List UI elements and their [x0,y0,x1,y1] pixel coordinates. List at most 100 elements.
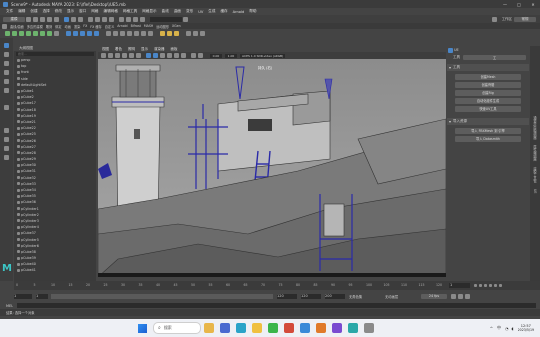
render-settings-icon[interactable] [140,16,145,22]
last-tool-icon[interactable] [4,105,9,110]
graph-layout-icon[interactable] [4,155,9,160]
single-view-icon[interactable] [4,128,9,133]
range-start-field[interactable]: 1 [14,293,32,299]
paint-select-icon[interactable] [4,61,9,66]
redo-icon[interactable] [54,16,59,22]
minimize-button[interactable]: — [498,2,512,7]
separate-icon[interactable] [73,31,78,36]
boolean-icon[interactable] [87,31,92,36]
viewport-3d[interactable]: 持久 (右) [98,59,446,277]
sign-in-icon[interactable] [491,16,497,22]
menu-item-9[interactable]: 网格工具 [123,9,137,14]
collapse-arrow-icon[interactable]: ▾ [449,65,451,70]
mel-label[interactable]: MEL [6,304,13,308]
plane-icon[interactable] [40,31,45,36]
prefs-icon[interactable] [465,293,470,299]
colorspace-dropdown[interactable]: ACES 1.0 SDR-video (sRGB) [240,53,286,58]
ue-tool-button-3[interactable]: 自动化组件生成 [455,98,521,104]
history-icon[interactable] [119,16,124,22]
shelf-tab-5[interactable]: 渲染 [74,24,80,29]
menu-item-6[interactable]: 窗口 [79,9,86,14]
gamma-field[interactable]: 0.00 [210,53,222,58]
shelf-tab-4[interactable]: 动画 [65,24,71,29]
delete-history-icon[interactable] [200,31,205,36]
menu-item-8[interactable]: 编辑网格 [104,9,118,14]
camera-icon[interactable] [101,53,106,58]
snap-curve-icon[interactable] [95,16,100,22]
task-view-icon[interactable] [220,323,230,333]
timeline[interactable]: 0 5 10 15 20 25 30 35 40 45 50 55 60 65 70 75 80 85 90 95 10… [14,281,446,290]
taskbar-search[interactable]: ⌕ 搜索 [153,322,201,334]
side-tab-0[interactable]: 通道盒/层编辑器 [533,116,538,139]
shadows-icon[interactable] [174,53,179,58]
menu-item-2[interactable]: 创建 [30,9,37,14]
lasso-tool-icon[interactable] [4,52,9,57]
uv-editor-icon[interactable] [160,31,165,36]
new-scene-icon[interactable] [26,16,31,22]
resolution-gate-icon[interactable] [136,53,141,58]
menu-item-4[interactable]: 修改 [55,9,62,14]
ao-icon[interactable] [181,53,186,58]
play-icon[interactable] [489,284,492,287]
outliner-search[interactable]: 搜索... [16,52,94,56]
menu-item-16[interactable]: 缓存 [220,9,227,14]
select-object-icon[interactable] [71,16,76,22]
menu-item-5[interactable]: 显示 [67,9,74,14]
side-tab-3[interactable]: UE [533,189,537,193]
ue-import-button-0[interactable]: 导入 FBXMesh 到 引擎 [455,128,521,134]
sphere-icon[interactable] [5,31,10,36]
save-scene-icon[interactable] [40,16,45,22]
smooth-shade-icon[interactable] [153,53,158,58]
image-plane-icon[interactable] [115,53,120,58]
side-tab-1[interactable]: 属性编辑器 [533,145,538,161]
menu-item-15[interactable]: 生成 [208,9,215,14]
autokey-icon[interactable] [458,293,463,299]
fps-dropdown[interactable]: 24 fps [421,293,447,299]
target-weld-icon[interactable] [134,31,139,36]
scale-tool-icon[interactable] [4,88,9,93]
viewport-menu-item-0[interactable]: 视图 [102,47,109,52]
shelf-tab-3[interactable]: 绑定 [55,24,61,29]
shelf-tab-2[interactable]: 雕刻 [46,24,52,29]
select-tool-icon[interactable] [4,43,9,48]
char-set-dropdown[interactable]: 无角色集 [349,294,381,299]
move-tool-icon[interactable] [4,70,9,75]
app-purple-icon[interactable] [332,323,342,333]
wireframe-icon[interactable] [146,53,151,58]
menu-item-13[interactable]: 变形 [186,9,193,14]
combine-icon[interactable] [66,31,71,36]
viewport-menu-item-2[interactable]: 照明 [128,47,135,52]
shelf-tab-6[interactable]: FX [83,24,87,28]
collapse-arrow-icon-2[interactable]: ▾ [449,119,451,124]
snap-grid-icon[interactable] [88,16,93,22]
shelf-tab-8[interactable]: 自定义 [105,24,115,29]
command-input[interactable] [17,303,536,308]
menu-item-1[interactable]: 编辑 [18,9,25,14]
insert-loop-icon[interactable] [141,31,146,36]
app-grey-icon[interactable] [364,323,374,333]
menu-item-3[interactable]: 选择 [43,9,50,14]
shelf-tab-13[interactable]: XGen [172,24,181,28]
ue-tool-button-4[interactable]: 快速UV工具 [455,106,521,112]
current-frame-field[interactable]: 1 [449,283,470,288]
exposure-field[interactable]: 1.00 [225,53,237,58]
select-component-icon[interactable] [78,16,83,22]
fill-hole-icon[interactable] [148,31,153,36]
key-icon[interactable] [451,293,456,299]
mode-dropdown[interactable]: 建模 [3,16,25,22]
outliner-item[interactable]: pCube41 [14,267,96,273]
mirror-icon[interactable] [94,31,99,36]
rotate-tool-icon[interactable] [4,79,9,84]
play-back-icon[interactable] [484,284,487,287]
step-forward-icon[interactable] [494,284,497,287]
close-button[interactable]: ✕ [526,2,540,7]
go-end-icon[interactable] [499,284,502,287]
shelf-tab-11[interactable]: MASH [144,24,153,28]
disc-icon[interactable] [47,31,52,36]
menu-item-17[interactable]: Arnold [233,10,245,14]
multi-cut-icon[interactable] [127,31,132,36]
clock-date[interactable]: 2023/5/19 [518,328,534,332]
menu-item-12[interactable]: 曲面 [174,9,181,14]
anim-layer-dropdown[interactable]: 无动画层 [385,294,417,299]
shelf-tab-10[interactable]: Bifrost [131,24,141,28]
